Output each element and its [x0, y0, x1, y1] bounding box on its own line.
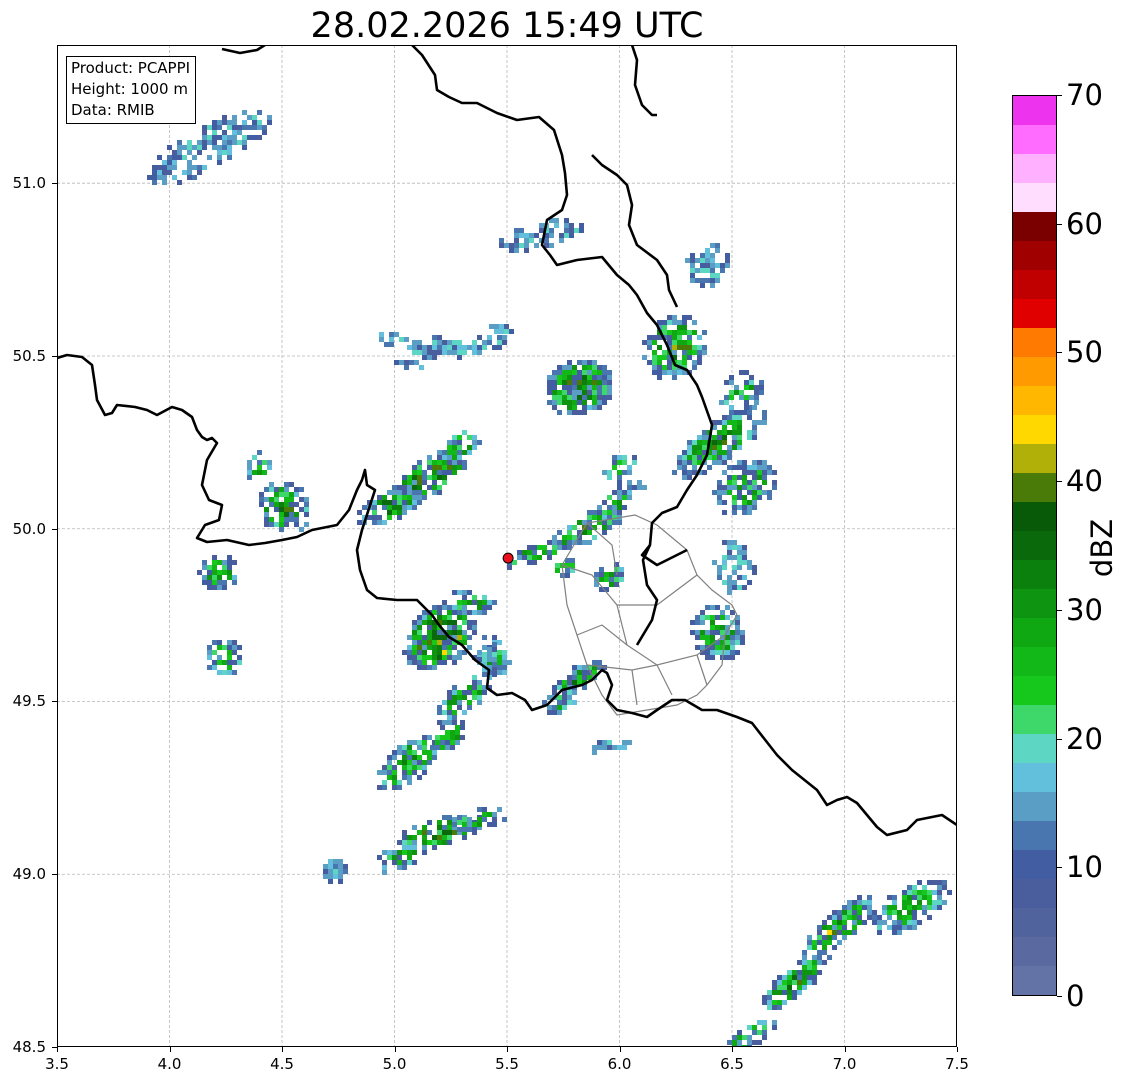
x-tick-label: 7.0	[832, 1055, 857, 1073]
colorbar-tick	[1057, 738, 1062, 740]
y-tick-label: 49.0	[12, 865, 46, 884]
colorbar-segment	[1013, 530, 1056, 560]
colorbar-tick	[1057, 95, 1062, 96]
x-tick-label: 4.0	[157, 1055, 182, 1073]
colorbar-segment	[1013, 704, 1056, 734]
colorbar-tick	[1057, 481, 1062, 483]
colorbar-segment	[1013, 733, 1056, 763]
colorbar-tick-label: 50	[1066, 335, 1103, 370]
colorbar-segment	[1013, 269, 1056, 299]
colorbar-tick	[1057, 867, 1062, 869]
colorbar-tick-label: 30	[1066, 592, 1103, 627]
radar-map-canvas	[57, 45, 957, 1047]
colorbar-segment	[1013, 472, 1056, 502]
colorbar-segment	[1013, 124, 1056, 154]
colorbar-segment	[1013, 211, 1056, 241]
colorbar-segment	[1013, 588, 1056, 618]
colorbar-segment	[1013, 501, 1056, 531]
x-tick-mark	[394, 1047, 396, 1052]
y-tick-label: 48.5	[12, 1038, 46, 1056]
x-tick-label: 7.5	[945, 1055, 969, 1073]
x-tick-mark	[732, 1047, 733, 1052]
colorbar-tick-label: 10	[1066, 850, 1103, 885]
x-tick-label: 5.0	[382, 1055, 407, 1073]
y-tick-label: 50.0	[12, 519, 46, 538]
colorbar-segment	[1013, 820, 1056, 850]
data-source-label: Data: RMIB	[71, 101, 155, 119]
y-tick-label: 51.0	[12, 174, 46, 193]
x-tick-label: 5.5	[495, 1055, 519, 1073]
colorbar-tick-label: 70	[1066, 78, 1103, 112]
product-label: Product: PCAPPI	[71, 59, 191, 77]
height-label: Height: 1000 m	[71, 80, 188, 98]
colorbar-tick-label: 60	[1066, 206, 1103, 241]
y-tick-mark	[52, 701, 57, 703]
colorbar-segment	[1013, 240, 1056, 270]
y-tick-mark	[52, 1047, 57, 1048]
x-tick-mark	[282, 1047, 283, 1052]
colorbar-segment	[1013, 907, 1056, 937]
colorbar-segment	[1013, 182, 1056, 212]
colorbar-segment	[1013, 675, 1056, 705]
y-tick-label: 49.5	[12, 692, 46, 711]
colorbar-segment	[1013, 443, 1056, 473]
colorbar-segment	[1013, 153, 1056, 183]
colorbar-segment	[1013, 965, 1056, 995]
x-tick-mark	[957, 1047, 958, 1052]
radar-site-dot[interactable]	[502, 552, 514, 564]
colorbar-segment	[1013, 327, 1056, 357]
colorbar-tick	[1057, 996, 1062, 997]
colorbar-segment	[1013, 298, 1056, 328]
colorbar-segment	[1013, 849, 1056, 879]
x-tick-mark	[169, 1047, 171, 1052]
product-info-box: Product: PCAPPI Height: 1000 m Data: RMI…	[66, 56, 197, 124]
radar-site-marker[interactable]	[502, 552, 514, 564]
x-tick-label: 3.5	[45, 1055, 69, 1073]
colorbar-segment	[1013, 762, 1056, 792]
x-tick-label: 6.0	[607, 1055, 632, 1073]
colorbar-tick-label: 0	[1066, 979, 1085, 1013]
colorbar-tick	[1057, 352, 1062, 354]
colorbar-segment	[1013, 414, 1056, 444]
colorbar-tick-label: 20	[1066, 721, 1103, 756]
x-tick-mark	[844, 1047, 846, 1052]
map-title: 28.02.2026 15:49 UTC	[310, 6, 704, 46]
colorbar-segment	[1013, 936, 1056, 966]
colorbar-segment	[1013, 791, 1056, 821]
colorbar-unit-label: dBZ	[1085, 518, 1119, 578]
reflectivity-colorbar	[1012, 95, 1057, 996]
colorbar-segment	[1013, 646, 1056, 676]
precipitation-echoes	[147, 110, 952, 1047]
radar-map[interactable]	[57, 45, 957, 1047]
colorbar-segment	[1013, 617, 1056, 647]
colorbar-segment	[1013, 559, 1056, 589]
x-tick-label: 6.5	[720, 1055, 744, 1073]
y-tick-label: 50.5	[12, 346, 46, 365]
y-tick-mark	[52, 528, 57, 530]
colorbar-tick	[1057, 609, 1062, 611]
map-gridlines	[57, 45, 957, 1047]
colorbar-tick	[1057, 223, 1062, 225]
colorbar-segment	[1013, 356, 1056, 386]
y-tick-mark	[52, 183, 57, 185]
x-tick-label: 4.5	[270, 1055, 294, 1073]
colorbar-tick-label: 40	[1066, 464, 1103, 499]
colorbar-segment	[1013, 96, 1056, 125]
y-tick-mark	[52, 355, 57, 357]
x-tick-mark	[57, 1047, 58, 1052]
colorbar-segment	[1013, 878, 1056, 908]
y-tick-mark	[52, 874, 57, 876]
x-tick-mark	[507, 1047, 508, 1052]
colorbar-segment	[1013, 385, 1056, 415]
x-tick-mark	[619, 1047, 621, 1052]
